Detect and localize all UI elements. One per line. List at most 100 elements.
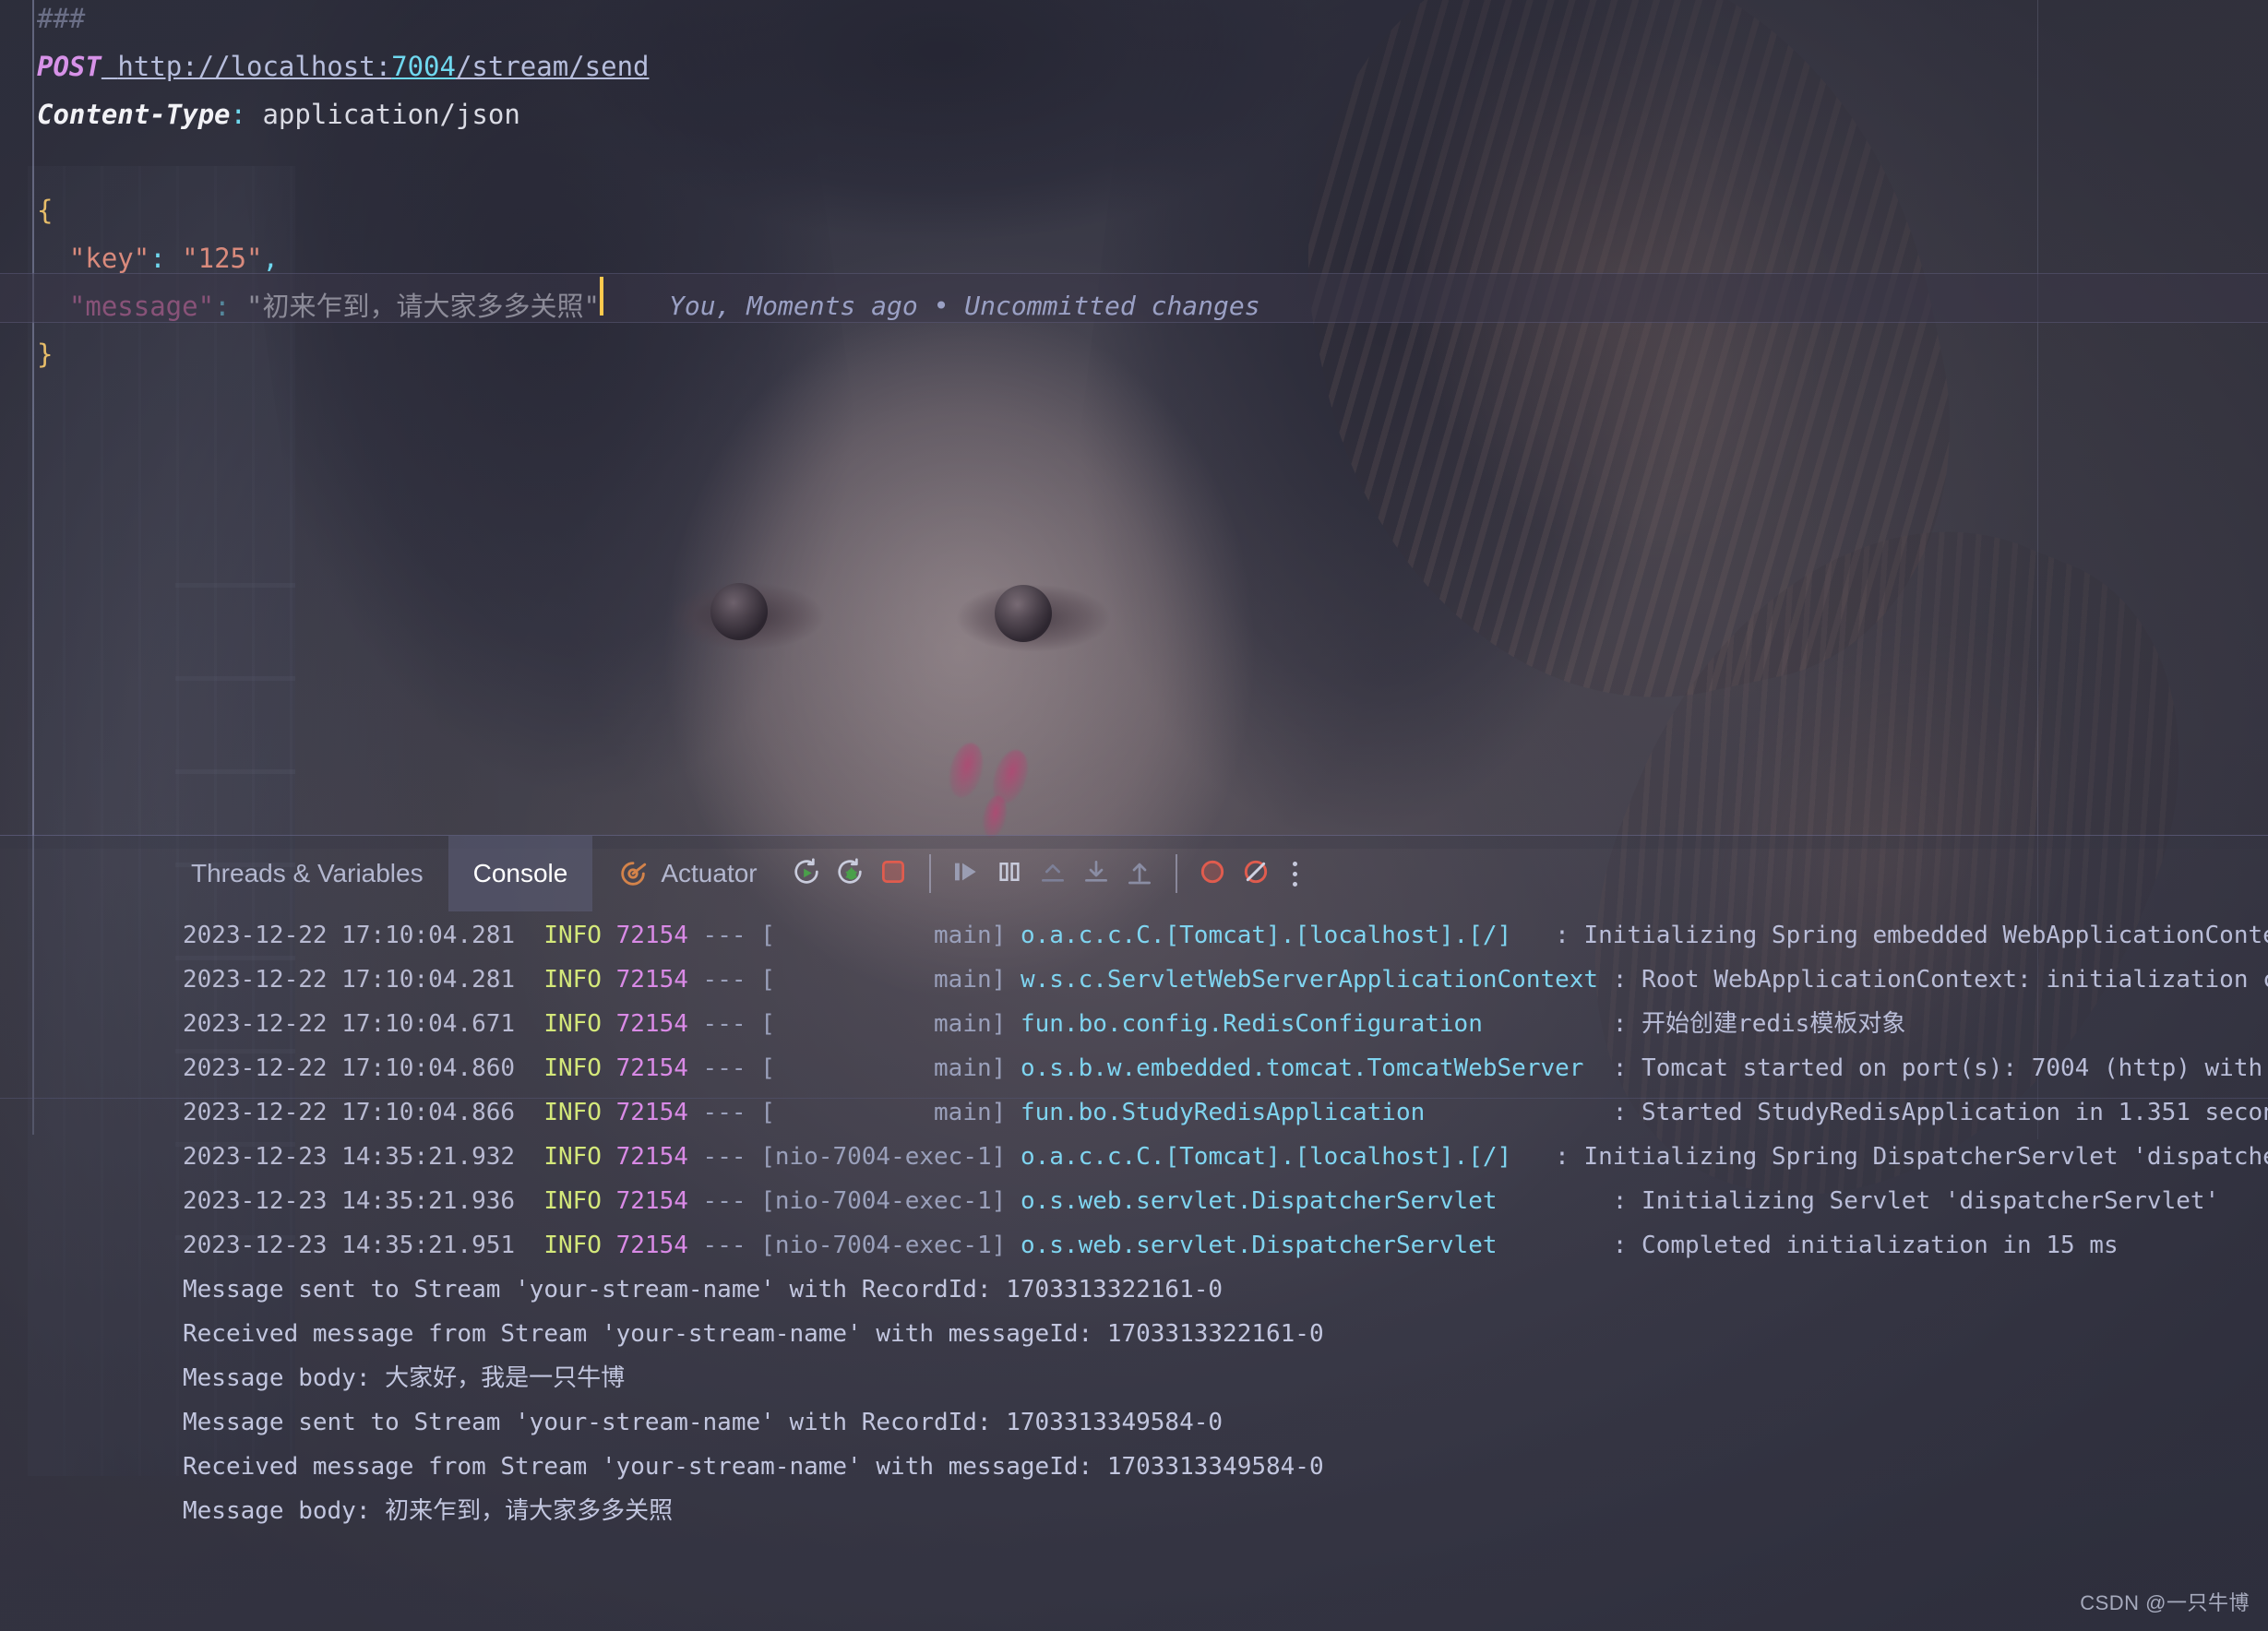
pause-button[interactable] (988, 846, 1032, 901)
log-pid: 72154 (615, 1232, 688, 1259)
tab-actuator[interactable]: Actuator (592, 836, 782, 911)
log-message: Message sent to Stream 'your-stream-name… (183, 1276, 1224, 1304)
log-timestamp: 2023-12-22 17:10:04.281 (183, 966, 544, 994)
tab-label: Actuator (661, 859, 758, 887)
step-over-icon (1125, 857, 1154, 890)
step-out-button[interactable] (1032, 846, 1075, 901)
log-thread: [ main] (760, 966, 1021, 994)
header-value: application/json (262, 99, 520, 130)
more-vertical-icon-dot (1293, 881, 1298, 887)
log-line: 2023-12-23 14:35:21.936 INFO 72154 --- [… (0, 1179, 2268, 1223)
log-logger: fun.bo.config.RedisConfiguration (1020, 1010, 1483, 1038)
log-message: Message body: 大家好，我是一只牛博 (183, 1364, 626, 1392)
git-blame-annotation[interactable]: You, Moments ago • Uncommitted changes (669, 282, 1260, 330)
step-into-icon (1081, 857, 1111, 890)
text-caret (600, 277, 603, 315)
log-line: 2023-12-23 14:35:21.932 INFO 72154 --- [… (0, 1135, 2268, 1179)
log-thread: [ main] (760, 922, 1021, 949)
log-logger: o.s.web.servlet.DispatcherServlet (1020, 1187, 1498, 1215)
ide-window: ### POST http://localhost:7004/stream/se… (0, 0, 2268, 1631)
json-key-colon: : (149, 243, 183, 274)
http-method: POST (37, 51, 101, 82)
toolbar-separator (928, 854, 931, 893)
log-pid: 72154 (615, 1010, 688, 1038)
view-breakpoints-button[interactable] (1191, 846, 1235, 901)
log-level: INFO (543, 1187, 602, 1215)
rerun-debug-button[interactable] (829, 846, 872, 901)
log-message: : Tomcat started on port(s): 7004 (http)… (1612, 1054, 2263, 1082)
rerun-button[interactable] (785, 846, 829, 901)
log-timestamp: 2023-12-22 17:10:04.281 (183, 922, 544, 949)
log-space (602, 1010, 616, 1038)
log-dash: --- (687, 922, 761, 949)
rerun-debug-icon (834, 856, 865, 891)
breakpoint-muted-icon (1241, 857, 1271, 890)
log-thread: [nio-7004-exec-1] (760, 1143, 1021, 1171)
mute-breakpoints-button[interactable] (1235, 846, 1278, 901)
log-line: Received message from Stream 'your-strea… (0, 1312, 2268, 1356)
log-line: 2023-12-23 14:35:21.951 INFO 72154 --- [… (0, 1223, 2268, 1268)
tab-threads-and-variables[interactable]: Threads & Variables (166, 836, 448, 911)
http-request-editor[interactable]: ### POST http://localhost:7004/stream/se… (0, 0, 2268, 1139)
log-space (602, 922, 616, 949)
log-level: INFO (543, 1010, 602, 1038)
log-thread: [ main] (760, 1010, 1021, 1038)
resume-icon (951, 857, 981, 890)
log-message: : Started StudyRedisApplication in 1.351… (1612, 1099, 2268, 1126)
json-key-key: "key" (68, 243, 150, 274)
breakpoint-icon (1198, 857, 1227, 890)
log-dash: --- (687, 1232, 761, 1259)
console-log-output[interactable]: 2023-12-22 17:10:04.281 INFO 72154 --- [… (0, 913, 2268, 1631)
code-line-open-brace: { (37, 195, 54, 226)
log-pid: 72154 (615, 1143, 688, 1171)
tab-label: Console (472, 859, 568, 887)
tab-label: Threads & Variables (191, 859, 424, 887)
log-space (602, 1099, 616, 1126)
log-level: INFO (543, 1143, 602, 1171)
log-message: : Root WebApplicationContext: initializa… (1612, 966, 2268, 994)
resume-button[interactable] (945, 846, 988, 901)
log-level: INFO (543, 1099, 602, 1126)
log-logger: o.a.c.c.C.[Tomcat].[localhost].[/] (1020, 1143, 1512, 1171)
stop-button[interactable] (872, 846, 915, 901)
request-url-prefix: http://localhost: (117, 51, 392, 82)
log-message: : Completed initialization in 15 ms (1497, 1232, 2119, 1259)
log-dash: --- (687, 1143, 761, 1171)
log-timestamp: 2023-12-23 14:35:21.951 (183, 1232, 544, 1259)
log-message: : 开始创建redis模板对象 (1482, 1010, 1906, 1038)
tab-console[interactable]: Console (448, 836, 593, 911)
log-dash: --- (687, 1187, 761, 1215)
log-line: 2023-12-22 17:10:04.281 INFO 72154 --- [… (0, 913, 2268, 958)
code-line-request[interactable]: POST http://localhost:7004/stream/send (37, 42, 649, 90)
log-line: Message sent to Stream 'your-stream-name… (0, 1268, 2268, 1312)
log-line: 2023-12-22 17:10:04.671 INFO 72154 --- [… (0, 1002, 2268, 1046)
log-logger: w.s.c.ServletWebServerApplicationContext (1020, 966, 1599, 994)
log-message: : Initializing Servlet 'dispatcherServle… (1497, 1187, 2220, 1215)
step-over-button[interactable] (1118, 846, 1162, 901)
log-line: Message sent to Stream 'your-stream-name… (0, 1400, 2268, 1445)
log-space (602, 1054, 616, 1082)
log-pid: 72154 (615, 1187, 688, 1215)
code-line-close-brace: } (37, 339, 54, 370)
step-out-icon (1038, 857, 1068, 890)
log-timestamp: 2023-12-22 17:10:04.671 (183, 1010, 544, 1038)
toolbar-separator-2 (1175, 854, 1177, 893)
log-timestamp: 2023-12-22 17:10:04.860 (183, 1054, 544, 1082)
more-options-button[interactable] (1278, 846, 1313, 901)
log-logger: o.s.web.servlet.DispatcherServlet (1020, 1232, 1498, 1259)
log-message: Message sent to Stream 'your-stream-name… (183, 1409, 1224, 1436)
log-timestamp: 2023-12-23 14:35:21.932 (183, 1143, 544, 1171)
log-space (602, 1187, 616, 1215)
log-thread: [nio-7004-exec-1] (760, 1187, 1021, 1215)
log-line: Message body: 初来乍到，请大家多多关照 (0, 1489, 2268, 1533)
log-message: Received message from Stream 'your-strea… (183, 1453, 1324, 1481)
log-thread: [nio-7004-exec-1] (760, 1232, 1021, 1259)
step-into-button[interactable] (1075, 846, 1118, 901)
log-pid: 72154 (615, 922, 688, 949)
log-logger: fun.bo.StudyRedisApplication (1020, 1099, 1426, 1126)
log-thread: [ main] (760, 1099, 1021, 1126)
log-line: Received message from Stream 'your-strea… (0, 1445, 2268, 1489)
log-timestamp: 2023-12-23 14:35:21.936 (183, 1187, 544, 1215)
log-message: : Initializing Spring embedded WebApplic… (1511, 922, 2268, 949)
rerun-icon (791, 856, 822, 891)
